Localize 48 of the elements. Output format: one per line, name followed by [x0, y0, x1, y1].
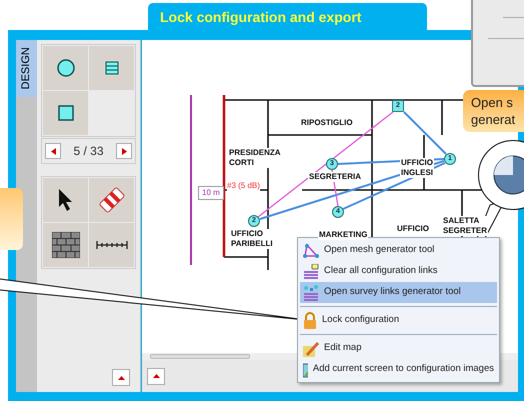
- rectangle-icon: [104, 61, 118, 75]
- page-counter: 5 / 33: [73, 143, 104, 160]
- brick-wall-icon: [52, 232, 80, 258]
- room-label: SALETTA SEGRETER: [442, 216, 488, 236]
- menu-item[interactable]: Open survey links generator tool: [300, 282, 497, 303]
- tool-button[interactable]: [43, 223, 88, 267]
- linked-nodes-icon: [303, 284, 319, 300]
- eraser-lines-icon: [303, 264, 319, 280]
- horizontal-scrollbar[interactable]: [150, 354, 250, 359]
- callout-box: [0, 188, 23, 250]
- room-label: RIPOSTIGLIO: [300, 118, 354, 128]
- design-tab[interactable]: DESIGN: [16, 40, 37, 97]
- triangle-nodes-icon: [303, 242, 319, 258]
- next-button[interactable]: [116, 143, 132, 159]
- room-label: UFFICIO INGLESI: [400, 158, 434, 178]
- magnified-icon: [493, 155, 524, 195]
- palette-button[interactable]: [43, 46, 88, 90]
- circle-icon: [56, 59, 74, 77]
- callout-text: generat: [471, 111, 516, 128]
- left-triangle-icon: [50, 148, 56, 154]
- previous-button[interactable]: [45, 143, 61, 159]
- survey-link-line: [403, 111, 447, 155]
- scale-label: 10 m: [198, 186, 224, 200]
- palette-button[interactable]: [43, 91, 88, 135]
- up-triangle-icon: [152, 374, 160, 378]
- measure-line-icon: [96, 241, 128, 249]
- pointer-icon: [58, 188, 74, 212]
- room-label: PRESIDENZA CORTI: [228, 148, 282, 168]
- tool-button[interactable]: [43, 178, 88, 222]
- expand-button[interactable]: [147, 368, 165, 384]
- room-label: SEGRETERIA: [308, 172, 362, 182]
- palette-button[interactable]: [89, 46, 134, 90]
- tool-button[interactable]: [89, 223, 134, 267]
- pencil-map-icon: [303, 340, 319, 356]
- room-label: UFFICIO PARIBELLI: [230, 229, 274, 249]
- up-triangle-icon: [118, 376, 124, 380]
- link-label: #3 (5 dB): [227, 180, 260, 192]
- expand-button[interactable]: [112, 369, 130, 386]
- room-label: UFFICIO: [396, 224, 430, 234]
- room-label: MARKETING: [318, 230, 368, 240]
- padlock-icon: [303, 312, 317, 329]
- square-icon: [58, 105, 74, 121]
- menu-item[interactable]: Lock configuration: [300, 310, 497, 331]
- menu-item[interactable]: Open mesh generator tool: [300, 240, 497, 261]
- callout-text: Open s: [471, 94, 514, 111]
- menu-item[interactable]: Clear all configuration links: [300, 261, 497, 282]
- right-triangle-icon: [122, 148, 126, 154]
- add-image-icon: [303, 362, 308, 378]
